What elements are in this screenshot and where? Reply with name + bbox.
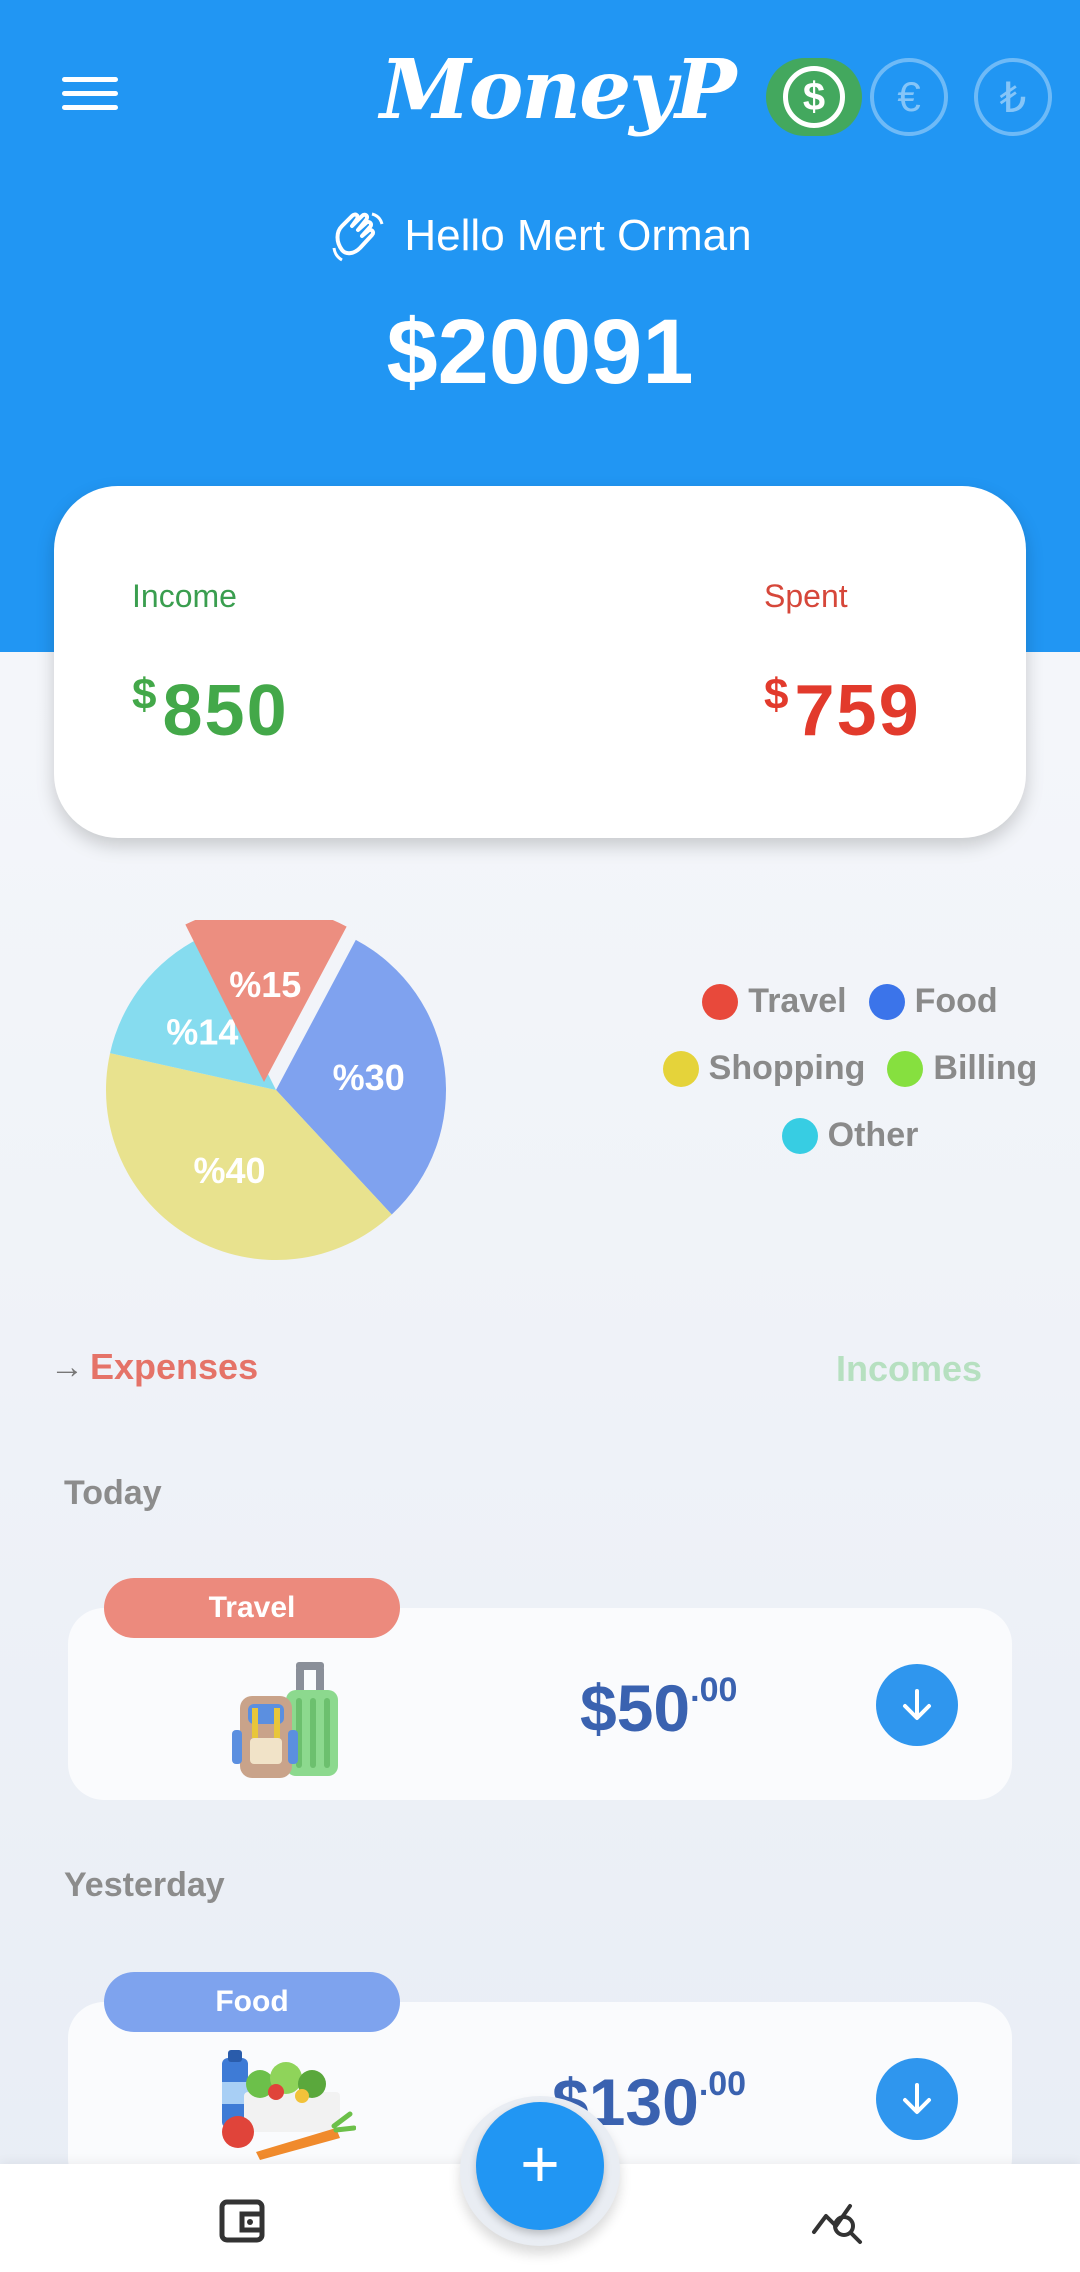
currency-euro-button[interactable]: € — [870, 58, 948, 136]
income-value: $850 — [132, 670, 289, 752]
summary-card: Income $850 Spent $759 — [54, 486, 1026, 838]
legend-travel: Travel — [702, 982, 847, 1021]
category-badge-food: Food — [104, 1972, 400, 2032]
legend-dot — [662, 1050, 699, 1087]
spent-currency: $ — [764, 670, 791, 719]
legend-food: Food — [868, 982, 998, 1021]
currency-lira-button[interactable]: ₺ — [974, 58, 1052, 136]
pie-slice-label: %14 — [166, 1011, 238, 1052]
menu-icon[interactable] — [62, 72, 118, 116]
legend-billing: Billing — [887, 1049, 1037, 1088]
day-heading-yesterday: Yesterday — [64, 1866, 225, 1904]
add-transaction-button[interactable]: + — [476, 2102, 604, 2230]
pie-slice-label: %15 — [229, 964, 301, 1005]
legend-shopping: Shopping — [662, 1049, 865, 1088]
chart-legend: Travel Food Shopping Billing Other — [640, 982, 1060, 1183]
legend-dot — [781, 1117, 818, 1154]
day-heading-today: Today — [64, 1474, 162, 1512]
legend-other: Other — [781, 1116, 918, 1155]
arrow-right-icon: → — [50, 1347, 84, 1386]
income-currency: $ — [132, 670, 159, 719]
pie-slice-label: %40 — [193, 1150, 265, 1191]
spent-label: Spent — [764, 578, 848, 614]
tab-expenses-label: Expenses — [90, 1346, 259, 1387]
app-logo: MoneyP — [380, 42, 737, 138]
legend-dot — [887, 1050, 924, 1087]
income-amount: 850 — [162, 671, 289, 751]
transaction-amount: $50.00 — [580, 1671, 738, 1745]
luggage-icon — [232, 1662, 338, 1778]
expense-pie-chart: %30 %40 %14 %15 — [105, 920, 446, 1260]
spent-amount: 759 — [794, 671, 921, 751]
legend-dot — [702, 983, 739, 1020]
currency-dollar-button[interactable]: $ — [766, 58, 862, 136]
category-badge-travel: Travel — [104, 1578, 400, 1638]
spent-value: $759 — [764, 670, 921, 752]
greeting: Hello Mert Orman — [0, 206, 1080, 266]
tab-incomes[interactable]: Incomes — [836, 1348, 982, 1390]
greeting-text: Hello Mert Orman — [404, 211, 752, 260]
income-label: Income — [132, 578, 237, 614]
tab-expenses[interactable]: → Expenses — [50, 1346, 258, 1388]
arrow-down-icon — [903, 2083, 931, 2114]
analytics-search-icon[interactable] — [810, 2192, 866, 2248]
expand-button[interactable] — [876, 1664, 958, 1746]
pie-slice-label: %30 — [333, 1057, 405, 1098]
dollar-icon: $ — [783, 66, 845, 128]
expand-button[interactable] — [876, 2058, 958, 2140]
arrow-down-icon — [903, 1689, 931, 1720]
wave-hand-icon — [332, 212, 384, 262]
wallet-icon[interactable] — [216, 2192, 272, 2248]
total-balance: $20091 — [386, 301, 694, 403]
legend-dot — [868, 983, 905, 1020]
